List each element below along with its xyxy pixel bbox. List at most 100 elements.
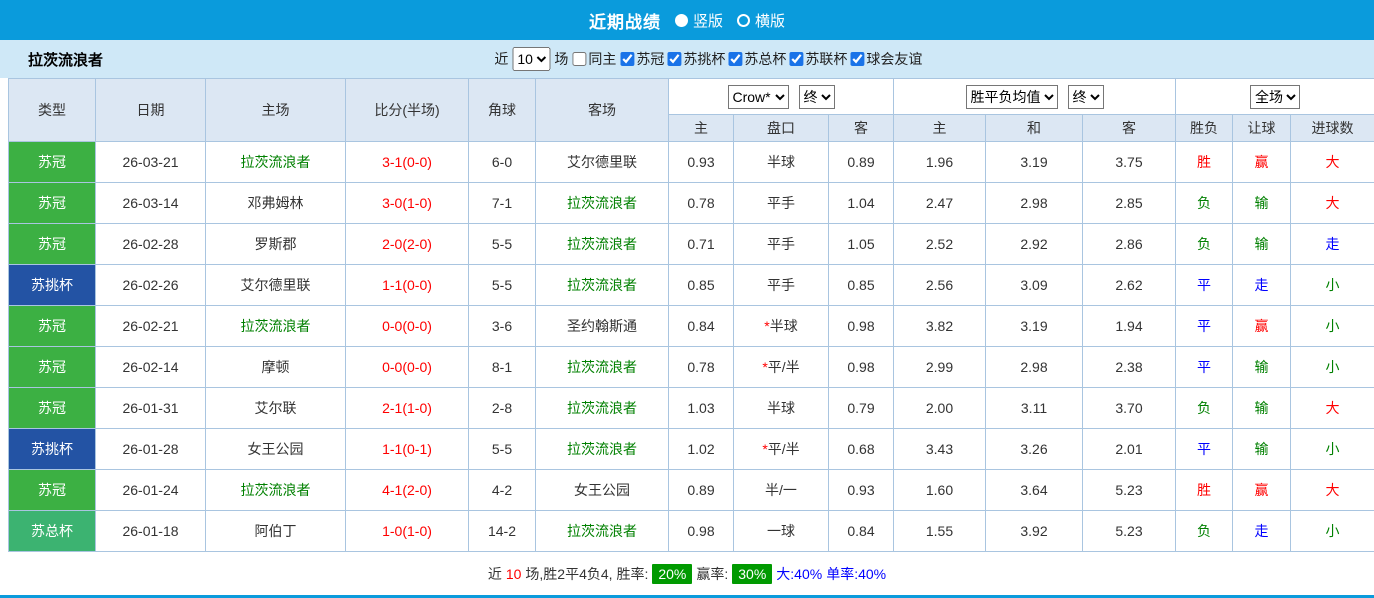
score-cell: 2-1(1-0) xyxy=(346,388,469,429)
competition-checkbox[interactable] xyxy=(620,52,634,66)
scope-header-cell: 全场 xyxy=(1176,79,1374,115)
home-team-cell: 拉茨流浪者 xyxy=(206,470,346,511)
handicap-home-odds-cell: 0.84 xyxy=(669,306,734,347)
goals-result-cell: 小 xyxy=(1291,511,1374,552)
date-cell: 26-02-21 xyxy=(96,306,206,347)
odds-type-select[interactable]: 胜平负均值 xyxy=(966,85,1058,109)
same-home-label: 同主 xyxy=(588,49,616,69)
goals-result-cell: 大 xyxy=(1291,388,1374,429)
competition-option[interactable]: 球会友谊 xyxy=(850,49,922,69)
col-header-home: 主场 xyxy=(206,79,346,142)
score-cell: 3-1(0-0) xyxy=(346,142,469,183)
table-row: 苏总杯26-01-18阿伯丁1-0(1-0)14-2拉茨流浪者0.98一球0.8… xyxy=(9,511,1374,552)
scope-select[interactable]: 全场 xyxy=(1250,85,1300,109)
header-row-1: 类型 日期 主场 比分(半场) 角球 客场 Crow* 终 胜 xyxy=(9,79,1374,115)
handicap-away-odds-cell: 0.89 xyxy=(829,142,894,183)
big-rate-text: 大:40% xyxy=(776,564,822,584)
away-team-cell: 女王公园 xyxy=(536,470,669,511)
away-team-cell: 拉茨流浪者 xyxy=(536,224,669,265)
goals-result-cell: 小 xyxy=(1291,429,1374,470)
handicap-cell: 一球 xyxy=(734,511,829,552)
bookmaker-select[interactable]: Crow* xyxy=(728,85,789,109)
table-row: 苏冠26-02-28罗斯郡2-0(2-0)5-5拉茨流浪者0.71平手1.052… xyxy=(9,224,1374,265)
home-team-cell: 摩顿 xyxy=(206,347,346,388)
table-row: 苏冠26-01-31艾尔联2-1(1-0)2-8拉茨流浪者1.03半球0.792… xyxy=(9,388,1374,429)
result-cell: 负 xyxy=(1176,183,1233,224)
home-team-cell: 拉茨流浪者 xyxy=(206,142,346,183)
date-cell: 26-02-26 xyxy=(96,265,206,306)
handicap-cell: *平/半 xyxy=(734,429,829,470)
win-odds-cell: 1.60 xyxy=(894,470,986,511)
draw-odds-cell: 3.11 xyxy=(986,388,1083,429)
score-cell: 3-0(1-0) xyxy=(346,183,469,224)
radio-selected-icon xyxy=(675,14,688,27)
away-team-cell: 拉茨流浪者 xyxy=(536,511,669,552)
lose-odds-cell: 5.23 xyxy=(1083,470,1176,511)
win-rate-badge: 20% xyxy=(652,564,692,584)
col-header-away: 客场 xyxy=(536,79,669,142)
result-cell: 负 xyxy=(1176,511,1233,552)
handicap-result-cell: 赢 xyxy=(1233,306,1291,347)
view-option-label: 横版 xyxy=(755,10,785,31)
league-type-cell: 苏挑杯 xyxy=(9,429,96,470)
league-type-cell: 苏挑杯 xyxy=(9,265,96,306)
result-cell: 平 xyxy=(1176,347,1233,388)
radio-unselected-icon xyxy=(737,14,750,27)
date-cell: 26-01-28 xyxy=(96,429,206,470)
view-option-vertical[interactable]: 竖版 xyxy=(675,10,723,31)
competition-checkbox[interactable] xyxy=(667,52,681,66)
league-type-cell: 苏总杯 xyxy=(9,511,96,552)
competition-checkbox[interactable] xyxy=(789,52,803,66)
result-cell: 负 xyxy=(1176,224,1233,265)
competition-checkbox[interactable] xyxy=(728,52,742,66)
odds-final-select[interactable]: 终 xyxy=(1068,85,1104,109)
handicap-away-odds-cell: 0.93 xyxy=(829,470,894,511)
handicap-cell: 平手 xyxy=(734,265,829,306)
same-home-checkbox[interactable] xyxy=(572,52,586,66)
result-cell: 平 xyxy=(1176,429,1233,470)
footer-summary: 近10场,胜2平4负4, 胜率: 20% 赢率: 30% 大:40% 单率:40… xyxy=(0,552,1374,595)
sub-header-bet-home: 主 xyxy=(669,115,734,142)
corner-cell: 3-6 xyxy=(469,306,536,347)
league-type-cell: 苏冠 xyxy=(9,306,96,347)
match-count-select[interactable]: 10 xyxy=(512,47,550,71)
handicap-home-odds-cell: 0.78 xyxy=(669,183,734,224)
goals-result-cell: 走 xyxy=(1291,224,1374,265)
win-odds-cell: 2.56 xyxy=(894,265,986,306)
col-header-type: 类型 xyxy=(9,79,96,142)
competition-option[interactable]: 苏挑杯 xyxy=(667,49,725,69)
view-option-horizontal[interactable]: 横版 xyxy=(737,10,785,31)
footer-prefix: 近 xyxy=(488,564,502,584)
sub-header-goals: 进球数 xyxy=(1291,115,1374,142)
lose-odds-cell: 3.75 xyxy=(1083,142,1176,183)
win-odds-cell: 2.00 xyxy=(894,388,986,429)
competition-checkbox[interactable] xyxy=(850,52,864,66)
away-team-cell: 拉茨流浪者 xyxy=(536,388,669,429)
sub-header-win: 主 xyxy=(894,115,986,142)
handicap-rate-badge: 30% xyxy=(732,564,772,584)
handicap-home-odds-cell: 1.02 xyxy=(669,429,734,470)
handicap-cell: 半球 xyxy=(734,142,829,183)
competition-label: 苏冠 xyxy=(636,49,664,69)
col-header-date: 日期 xyxy=(96,79,206,142)
same-home-option[interactable]: 同主 xyxy=(572,49,616,69)
table-row: 苏冠26-03-14邓弗姆林3-0(1-0)7-1拉茨流浪者0.78平手1.04… xyxy=(9,183,1374,224)
handicap-home-odds-cell: 0.71 xyxy=(669,224,734,265)
handicap-result-cell: 赢 xyxy=(1233,142,1291,183)
sub-header-let-goal: 让球 xyxy=(1233,115,1291,142)
date-cell: 26-03-21 xyxy=(96,142,206,183)
competition-option[interactable]: 苏总杯 xyxy=(728,49,786,69)
competition-label: 苏挑杯 xyxy=(683,49,725,69)
competition-option[interactable]: 苏冠 xyxy=(620,49,664,69)
bookmaker-final-select[interactable]: 终 xyxy=(799,85,835,109)
lose-odds-cell: 2.38 xyxy=(1083,347,1176,388)
competition-option[interactable]: 苏联杯 xyxy=(789,49,847,69)
league-type-cell: 苏冠 xyxy=(9,224,96,265)
lose-odds-cell: 1.94 xyxy=(1083,306,1176,347)
result-cell: 胜 xyxy=(1176,142,1233,183)
win-odds-cell: 2.47 xyxy=(894,183,986,224)
table-row: 苏挑杯26-02-26艾尔德里联1-1(0-0)5-5拉茨流浪者0.85平手0.… xyxy=(9,265,1374,306)
goals-result-cell: 大 xyxy=(1291,142,1374,183)
score-cell: 0-0(0-0) xyxy=(346,306,469,347)
handicap-away-odds-cell: 0.68 xyxy=(829,429,894,470)
